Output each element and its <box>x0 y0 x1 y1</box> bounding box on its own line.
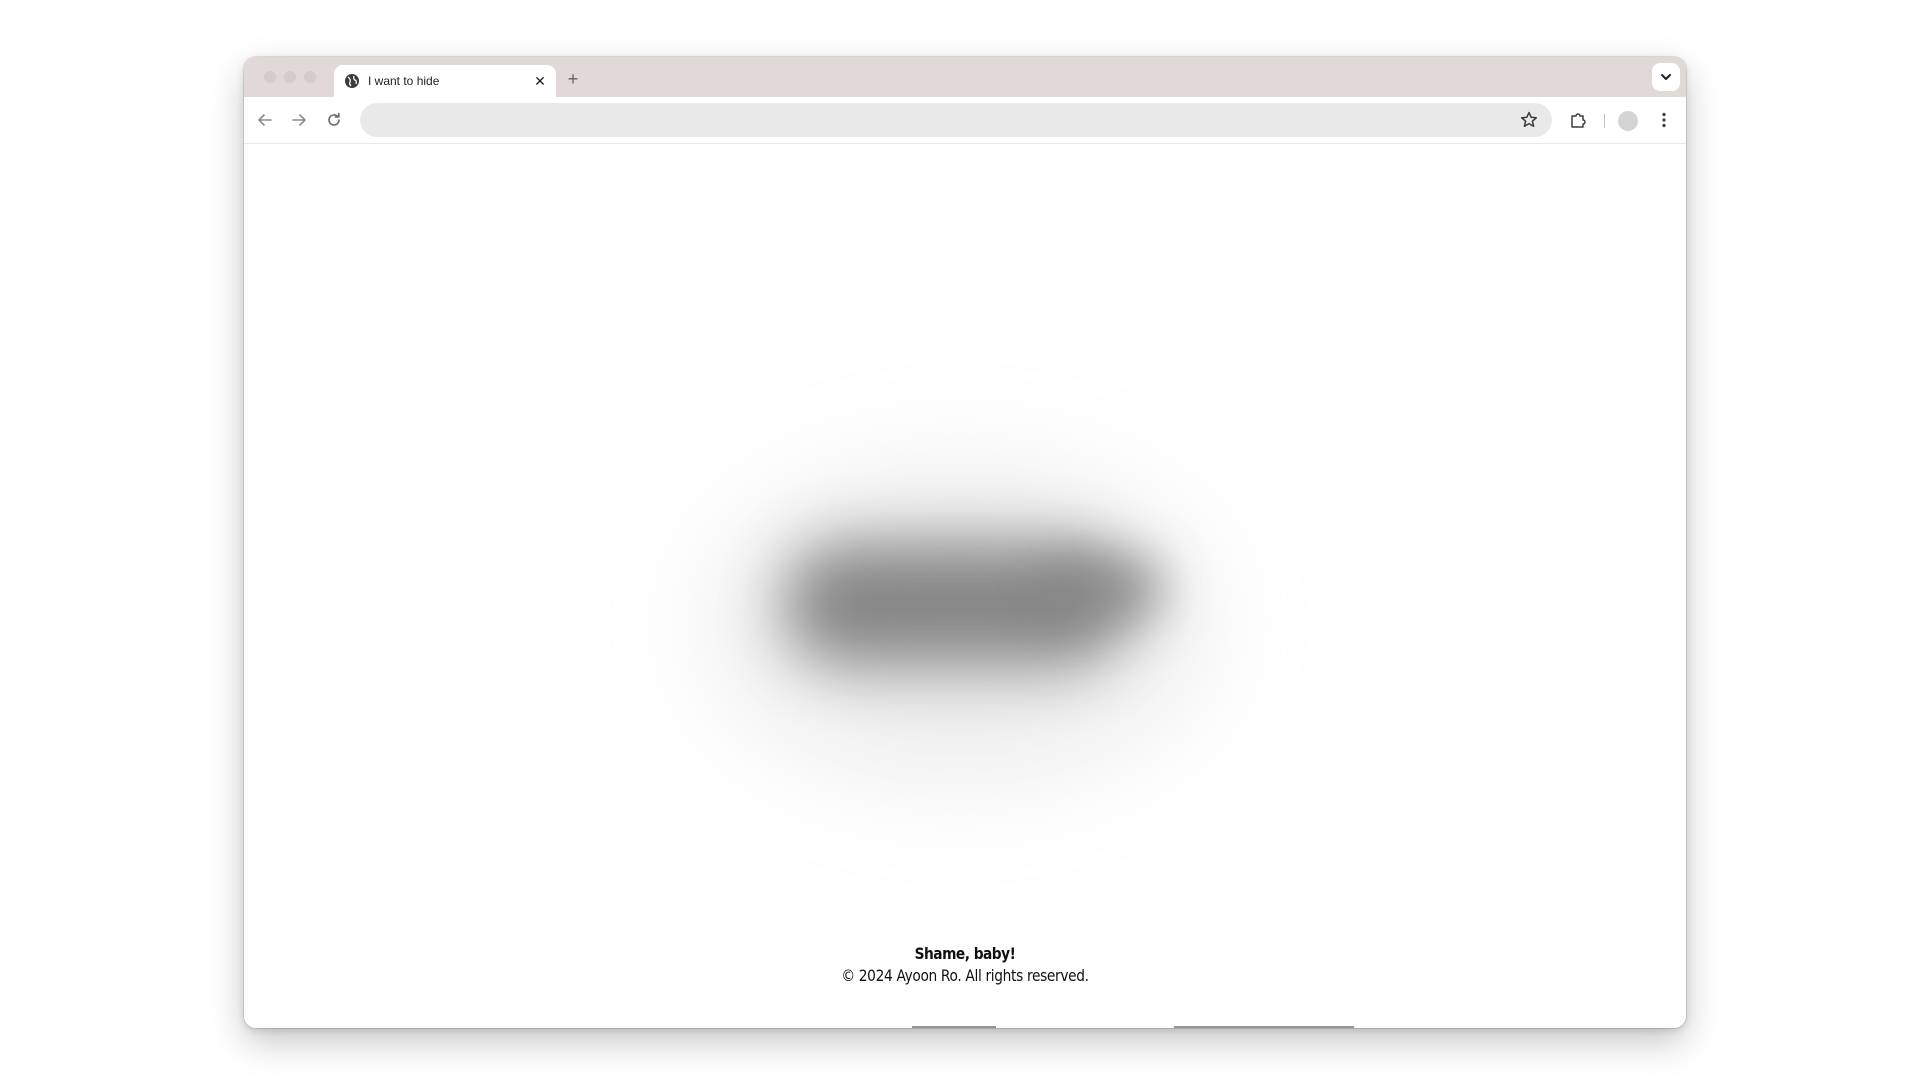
tab-strip: I want to hide ✕ + <box>244 57 1686 97</box>
window-minimize-button[interactable] <box>284 71 296 83</box>
page-viewport: Shame, baby! © 2024 Ayoon Ro. All rights… <box>244 144 1686 1028</box>
footer-copyright: © 2024 Ayoon Ro. All rights reserved. <box>841 966 1089 985</box>
kebab-menu-icon[interactable] <box>1653 109 1675 131</box>
page-bottom-line <box>912 1026 996 1028</box>
star-icon[interactable] <box>1518 109 1540 131</box>
toolbar-separator <box>1604 114 1605 128</box>
arrow-right-icon[interactable] <box>288 109 310 131</box>
plus-icon[interactable]: + <box>562 68 584 90</box>
chevron-down-icon <box>1661 74 1671 80</box>
page-bottom-line <box>1174 1026 1354 1028</box>
address-bar[interactable] <box>360 103 1552 137</box>
tab-title: I want to hide <box>368 74 440 88</box>
tab-search-button[interactable] <box>1652 63 1680 91</box>
browser-window: I want to hide ✕ + Shame, baby! © 2024 A… <box>244 57 1686 1028</box>
globe-icon <box>345 74 359 88</box>
avatar-icon[interactable] <box>1618 111 1638 131</box>
window-close-button[interactable] <box>264 71 276 83</box>
toolbar <box>244 97 1686 144</box>
close-icon[interactable]: ✕ <box>532 73 548 89</box>
arrow-left-icon[interactable] <box>254 109 276 131</box>
footer-title: Shame, baby! <box>914 944 1016 963</box>
blurred-hidden-content-tip <box>1044 559 1164 619</box>
reload-icon[interactable] <box>323 109 345 131</box>
window-maximize-button[interactable] <box>304 71 316 83</box>
tab-active[interactable]: I want to hide ✕ <box>334 65 556 97</box>
puzzle-icon[interactable] <box>1567 109 1589 131</box>
